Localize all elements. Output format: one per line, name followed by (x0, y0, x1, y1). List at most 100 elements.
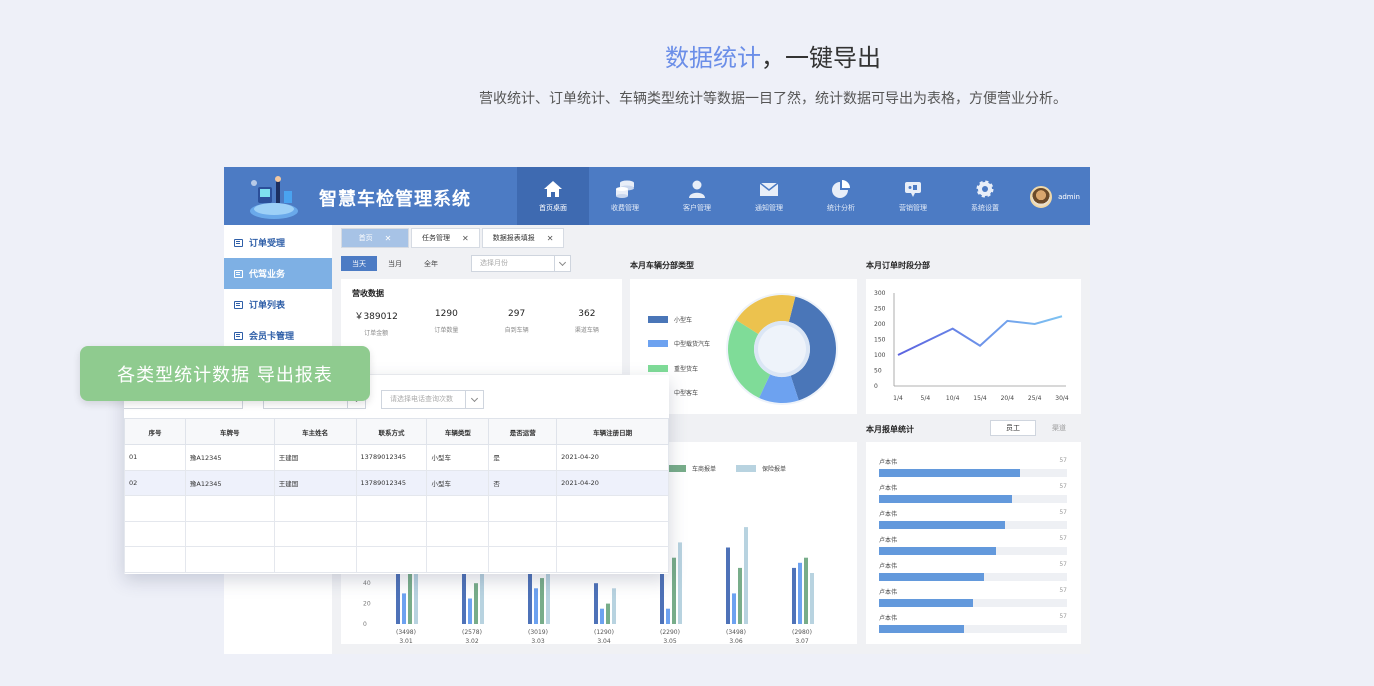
rank-count: 57 (1059, 509, 1067, 516)
bar (474, 583, 478, 624)
column-header[interactable]: 车辆注册日期 (556, 418, 669, 445)
bar-total-label: (2980) (792, 629, 812, 636)
switch-channel[interactable]: 渠道 (1036, 420, 1082, 436)
rank-track (879, 495, 1067, 503)
nav-marketing[interactable]: 营销管理 (877, 167, 949, 225)
column-header[interactable]: 是否运营 (488, 418, 558, 445)
coins-icon (616, 180, 634, 198)
table-cell: 13789012345 (355, 469, 428, 496)
revenue-card: 营收数据 ￥389012 订单金额 1290 订单数量 297 自到车辆 362 渠道车… (341, 279, 622, 374)
x-tick-label: 3.02 (465, 638, 479, 644)
table-row[interactable]: 01 豫A12345 王建国 13789012345 小型车是 2021-04-20 (124, 444, 669, 471)
table-cell (355, 520, 428, 547)
table-cell: 否 (488, 469, 558, 496)
nav-statistics[interactable]: 统计分析 (805, 167, 877, 225)
bar (804, 557, 808, 624)
rank-row: 卢本伟 57 (879, 561, 1067, 581)
feature-banner: 各类型统计数据 导出报表 (80, 346, 370, 401)
table-cell: 小型车 (426, 469, 490, 496)
table-cell (184, 520, 275, 547)
tab-data-report[interactable]: 数据报表填报 ✕ (481, 228, 565, 248)
x-tick-label: 20/4 (1001, 395, 1015, 402)
rank-row: 卢本伟 57 (879, 457, 1067, 477)
x-tick-label: 15/4 (973, 395, 987, 402)
bar (660, 567, 664, 624)
revenue-stats: ￥389012 订单金额 1290 订单数量 297 自到车辆 362 渠道车辆 (341, 309, 622, 337)
sidebar-item-driving-service[interactable]: 代驾业务 (224, 258, 332, 289)
bar (594, 583, 598, 624)
rank-track (879, 521, 1067, 529)
table-row[interactable] (124, 495, 669, 522)
rank-track (879, 547, 1067, 555)
table-cell (124, 520, 186, 547)
table-row[interactable] (124, 520, 669, 547)
list-icon (234, 269, 243, 278)
column-header[interactable]: 联系方式 (355, 418, 428, 445)
user-menu[interactable]: admin (1030, 186, 1080, 208)
column-header[interactable]: 车牌号 (184, 418, 275, 445)
gear-icon (976, 180, 994, 198)
bar-total-label: (2290) (660, 629, 680, 636)
table-cell (556, 495, 669, 522)
table-cell: 13789012345 (355, 444, 428, 471)
bar (606, 603, 610, 624)
rank-count: 57 (1059, 483, 1067, 490)
nav-settings[interactable]: 系统设置 (949, 167, 1021, 225)
table-cell (426, 495, 490, 522)
month-select[interactable]: 选择月份 (471, 255, 571, 272)
nav-home[interactable]: 首页桌面 (517, 167, 589, 225)
period-today[interactable]: 当天 (341, 256, 377, 271)
table-row[interactable] (124, 546, 669, 573)
column-header[interactable]: 车辆类型 (426, 418, 490, 445)
period-month[interactable]: 当月 (377, 256, 413, 271)
tab-task-management[interactable]: 任务管理 ✕ (411, 228, 480, 248)
filter-select-3[interactable]: 请选择电话查询次数 (381, 390, 484, 409)
rank-name: 卢本伟 (879, 563, 898, 570)
sidebar-item-order-accept[interactable]: 订单受理 (224, 227, 332, 258)
table-row[interactable]: 02 豫A12345 王建国 13789012345 小型车否 2021-04-20 (124, 469, 669, 496)
period-year[interactable]: 全年 (413, 256, 449, 271)
close-icon[interactable]: ✕ (462, 234, 469, 243)
bar (744, 527, 748, 624)
rank-name: 卢本伟 (879, 485, 898, 492)
nav-notifications[interactable]: 通知管理 (733, 167, 805, 225)
y-tick-label: 200 (874, 321, 886, 328)
sidebar-item-order-list[interactable]: 订单列表 (224, 289, 332, 320)
order-time-line-chart: 300 250 200 150 100 50 0 1/4 5/4 10/4 15/4 20/4 25/4… (874, 290, 1069, 402)
column-header[interactable]: 车主姓名 (273, 418, 357, 445)
x-tick-label: 3.03 (531, 638, 545, 644)
table-cell (273, 495, 357, 522)
switch-staff[interactable]: 员工 (990, 420, 1036, 436)
column-header[interactable]: 序号 (124, 418, 186, 445)
x-tick-label: 30/4 (1055, 395, 1069, 402)
rank-track (879, 573, 1067, 581)
x-tick-label: 1/4 (893, 395, 903, 402)
report-stats-title: 本月报单统计 (866, 425, 914, 434)
order-time-title: 本月订单时段分部 (866, 261, 930, 270)
nav-customers[interactable]: 客户管理 (661, 167, 733, 225)
table-header-row: 序号 车牌号 车主姓名 联系方式 车辆类型 是否运营 车辆注册日期 (124, 418, 669, 445)
vehicle-types-title: 本月车辆分部类型 (630, 261, 694, 270)
hero-title: 数据统计，一键导出 (665, 44, 881, 72)
table-cell: 王建国 (273, 444, 357, 471)
y-tick-label: 100 (874, 352, 886, 359)
table-cell (355, 546, 428, 573)
table-cell (488, 495, 558, 522)
bar (672, 557, 676, 624)
x-tick-label: 3.01 (399, 638, 413, 644)
table-cell (488, 546, 558, 573)
chevron-down-icon (554, 256, 570, 271)
rank-name: 卢本伟 (879, 537, 898, 544)
bar-total-label: (3019) (528, 629, 548, 636)
tab-home[interactable]: 首页 ✕ (341, 228, 409, 248)
tab-bar: 首页 ✕ 任务管理 ✕ 数据报表填报 ✕ (341, 228, 566, 248)
bar (480, 567, 484, 624)
period-switch: 当天 当月 全年 (341, 256, 449, 271)
rank-row: 卢本伟 57 (879, 509, 1067, 529)
legend-swatch (648, 315, 668, 323)
table-cell: 01 (124, 444, 186, 471)
close-icon[interactable]: ✕ (547, 234, 554, 243)
table-cell (426, 520, 490, 547)
close-icon[interactable]: ✕ (385, 234, 392, 243)
nav-billing[interactable]: 收费管理 (589, 167, 661, 225)
